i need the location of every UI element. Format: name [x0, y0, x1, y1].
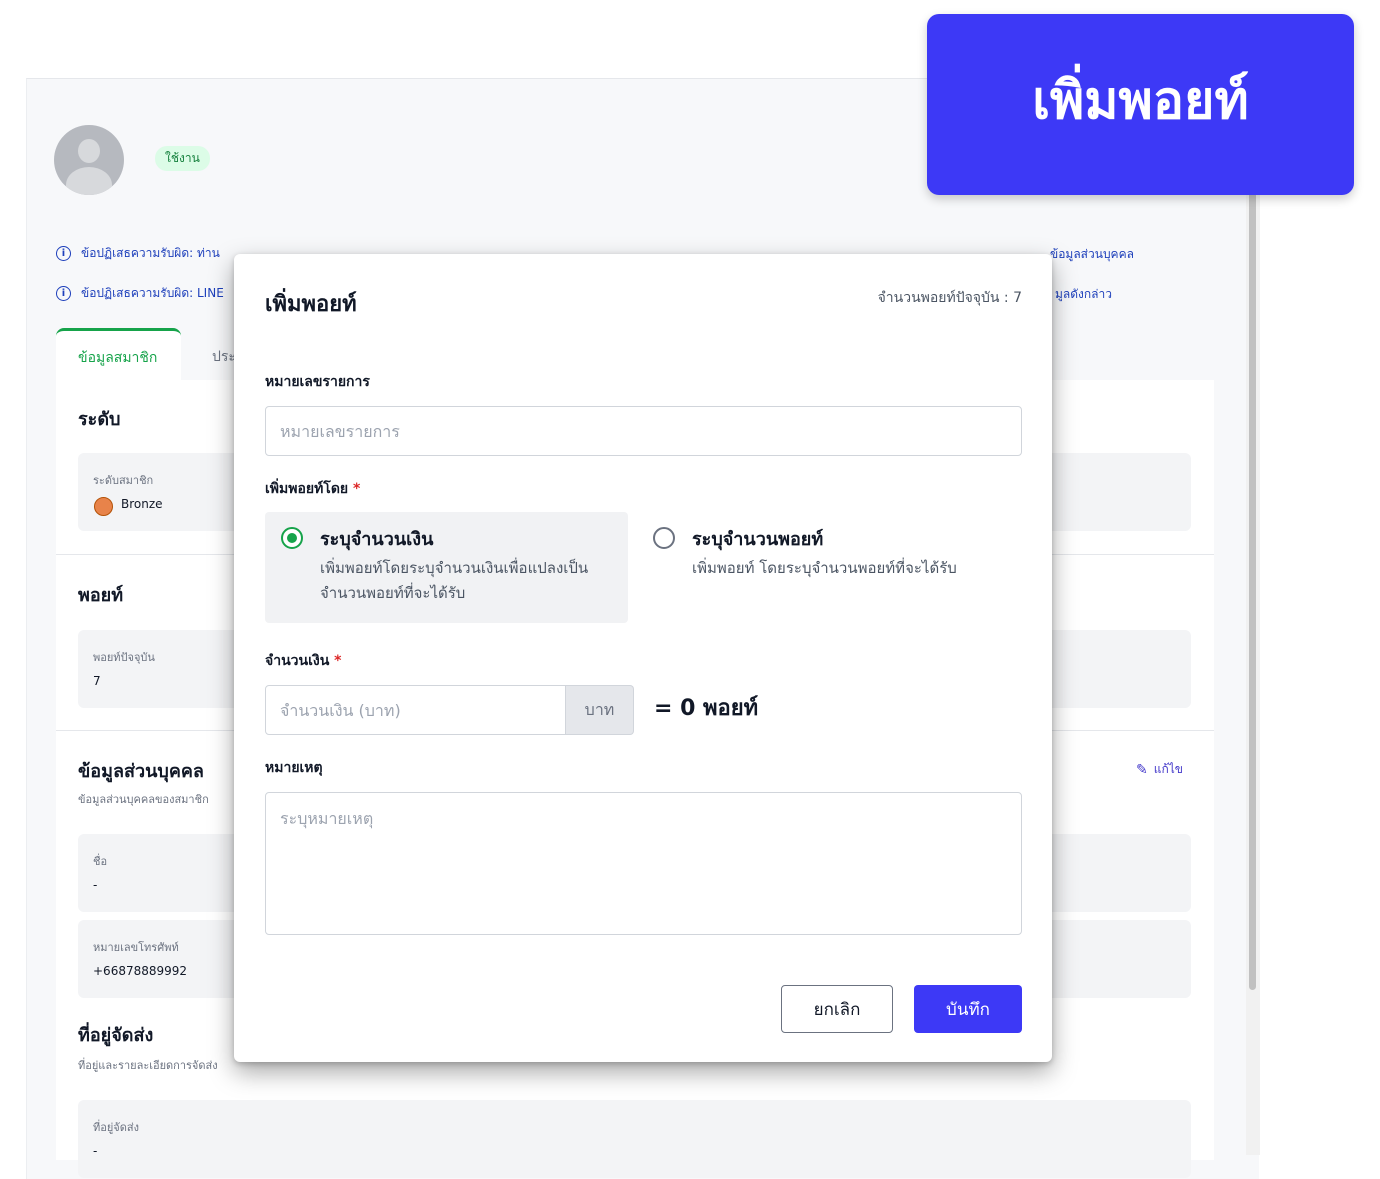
modal-title: เพิ่มพอยท์ [265, 292, 357, 317]
amount-label-text: จำนวนเงิน [265, 653, 330, 669]
personal-section-title: ข้อมูลส่วนบุคคล [78, 761, 204, 782]
shipping-field-label: ที่อยู่จัดส่ง [93, 1121, 139, 1134]
option-by-points[interactable]: ระบุจำนวนพอยท์ เพิ่มพอยท์ โดยระบุจำนวนพอ… [637, 512, 1022, 623]
level-field-value: Bronze [121, 497, 163, 511]
scrollbar-thumb[interactable] [1249, 180, 1256, 990]
shipping-field-value: - [93, 1144, 98, 1158]
shipping-section-title: ที่อยู่จัดส่ง [78, 1025, 154, 1046]
disclaimer-1: i ข้อปฏิเสธความรับผิด: ท่าน [56, 244, 220, 263]
tab-history[interactable]: ประ [212, 346, 236, 368]
option-by-amount[interactable]: ระบุจำนวนเงิน เพิ่มพอยท์โดยระบุจำนวนเงิน… [265, 512, 628, 623]
cancel-button[interactable]: ยกเลิก [781, 985, 893, 1033]
disclaimer-1-text: ข้อปฏิเสธความรับผิด: ท่าน [81, 246, 220, 260]
phone-field-value: +66878889992 [93, 964, 188, 978]
name-field-value: - [93, 878, 98, 892]
option-by-amount-desc: เพิ่มพอยท์โดยระบุจำนวนเงินเพื่อแปลงเป็นจ… [320, 559, 589, 602]
baht-unit-addon: บาท [566, 685, 634, 735]
points-section-title: พอยท์ [78, 585, 124, 606]
user-icon-head [78, 139, 100, 163]
required-mark: * [353, 481, 361, 497]
required-mark: * [334, 653, 342, 669]
name-field-label: ชื่อ [93, 855, 108, 868]
points-field-value: 7 [93, 674, 101, 688]
status-badge: ใช้งาน [155, 146, 210, 171]
phone-field-label: หมายเลขโทรศัพท์ [93, 941, 179, 954]
disclaimer-1-tail: ข้อมูลส่วนบุคคล [1050, 247, 1134, 261]
add-by-label-text: เพิ่มพอยท์โดย [265, 481, 349, 497]
level-field-label: ระดับสมาชิก [93, 474, 154, 487]
current-points-count: จำนวนพอยท์ปัจจุบัน : 7 [877, 290, 1022, 306]
option-by-points-title: ระบุจำนวนพอยท์ [692, 529, 824, 550]
edit-personal-link[interactable]: ✎ แก้ไข [1136, 760, 1183, 779]
personal-section-subtitle: ข้อมูลส่วนบุคคลของสมาชิก [78, 793, 209, 806]
ref-number-label: หมายเลขรายการ [265, 374, 370, 390]
note-textarea[interactable] [265, 792, 1022, 935]
disclaimer-2-text: ข้อปฏิเสธความรับผิด: LINE [81, 286, 224, 300]
level-section-title: ระดับ [78, 409, 121, 430]
radio-selected-icon[interactable] [281, 527, 303, 549]
shipping-section-subtitle: ที่อยู่และรายละเอียดการจัดส่ง [78, 1059, 218, 1072]
info-icon: i [56, 286, 71, 301]
bronze-medal-icon [94, 497, 113, 516]
points-field-label: พอยท์ปัจจุบัน [93, 651, 155, 664]
radio-unselected-icon[interactable] [653, 527, 675, 549]
disclaimer-2-tail: มูลดังกล่าว [1055, 287, 1113, 301]
note-label: หมายเหตุ [265, 760, 323, 776]
option-by-points-desc: เพิ่มพอยท์ โดยระบุจำนวนพอยท์ที่จะได้รับ [692, 559, 957, 577]
pencil-icon: ✎ [1136, 761, 1148, 778]
disclaimer-2: i ข้อปฏิเสธความรับผิด: LINE [56, 284, 224, 303]
add-by-label: เพิ่มพอยท์โดย * [265, 478, 360, 500]
add-points-modal: เพิ่มพอยท์ จำนวนพอยท์ปัจจุบัน : 7 หมายเล… [234, 254, 1052, 1062]
add-points-button[interactable]: เพิ่มพอยท์ [927, 14, 1354, 195]
ref-number-input[interactable] [265, 406, 1022, 456]
avatar [54, 125, 124, 195]
edit-label: แก้ไข [1153, 762, 1183, 776]
info-icon: i [56, 246, 71, 261]
tab-member-info-label: ข้อมูลสมาชิก [78, 350, 158, 366]
amount-label: จำนวนเงิน * [265, 650, 341, 672]
shipping-field: ที่อยู่จัดส่ง - [78, 1100, 1191, 1178]
option-by-amount-title: ระบุจำนวนเงิน [320, 529, 434, 550]
save-button[interactable]: บันทึก [914, 985, 1022, 1033]
tab-member-info[interactable]: ข้อมูลสมาชิก [56, 328, 181, 380]
amount-input[interactable] [265, 685, 566, 735]
user-icon-body [66, 167, 112, 195]
points-equivalent: = 0 พอยท์ [654, 696, 759, 721]
